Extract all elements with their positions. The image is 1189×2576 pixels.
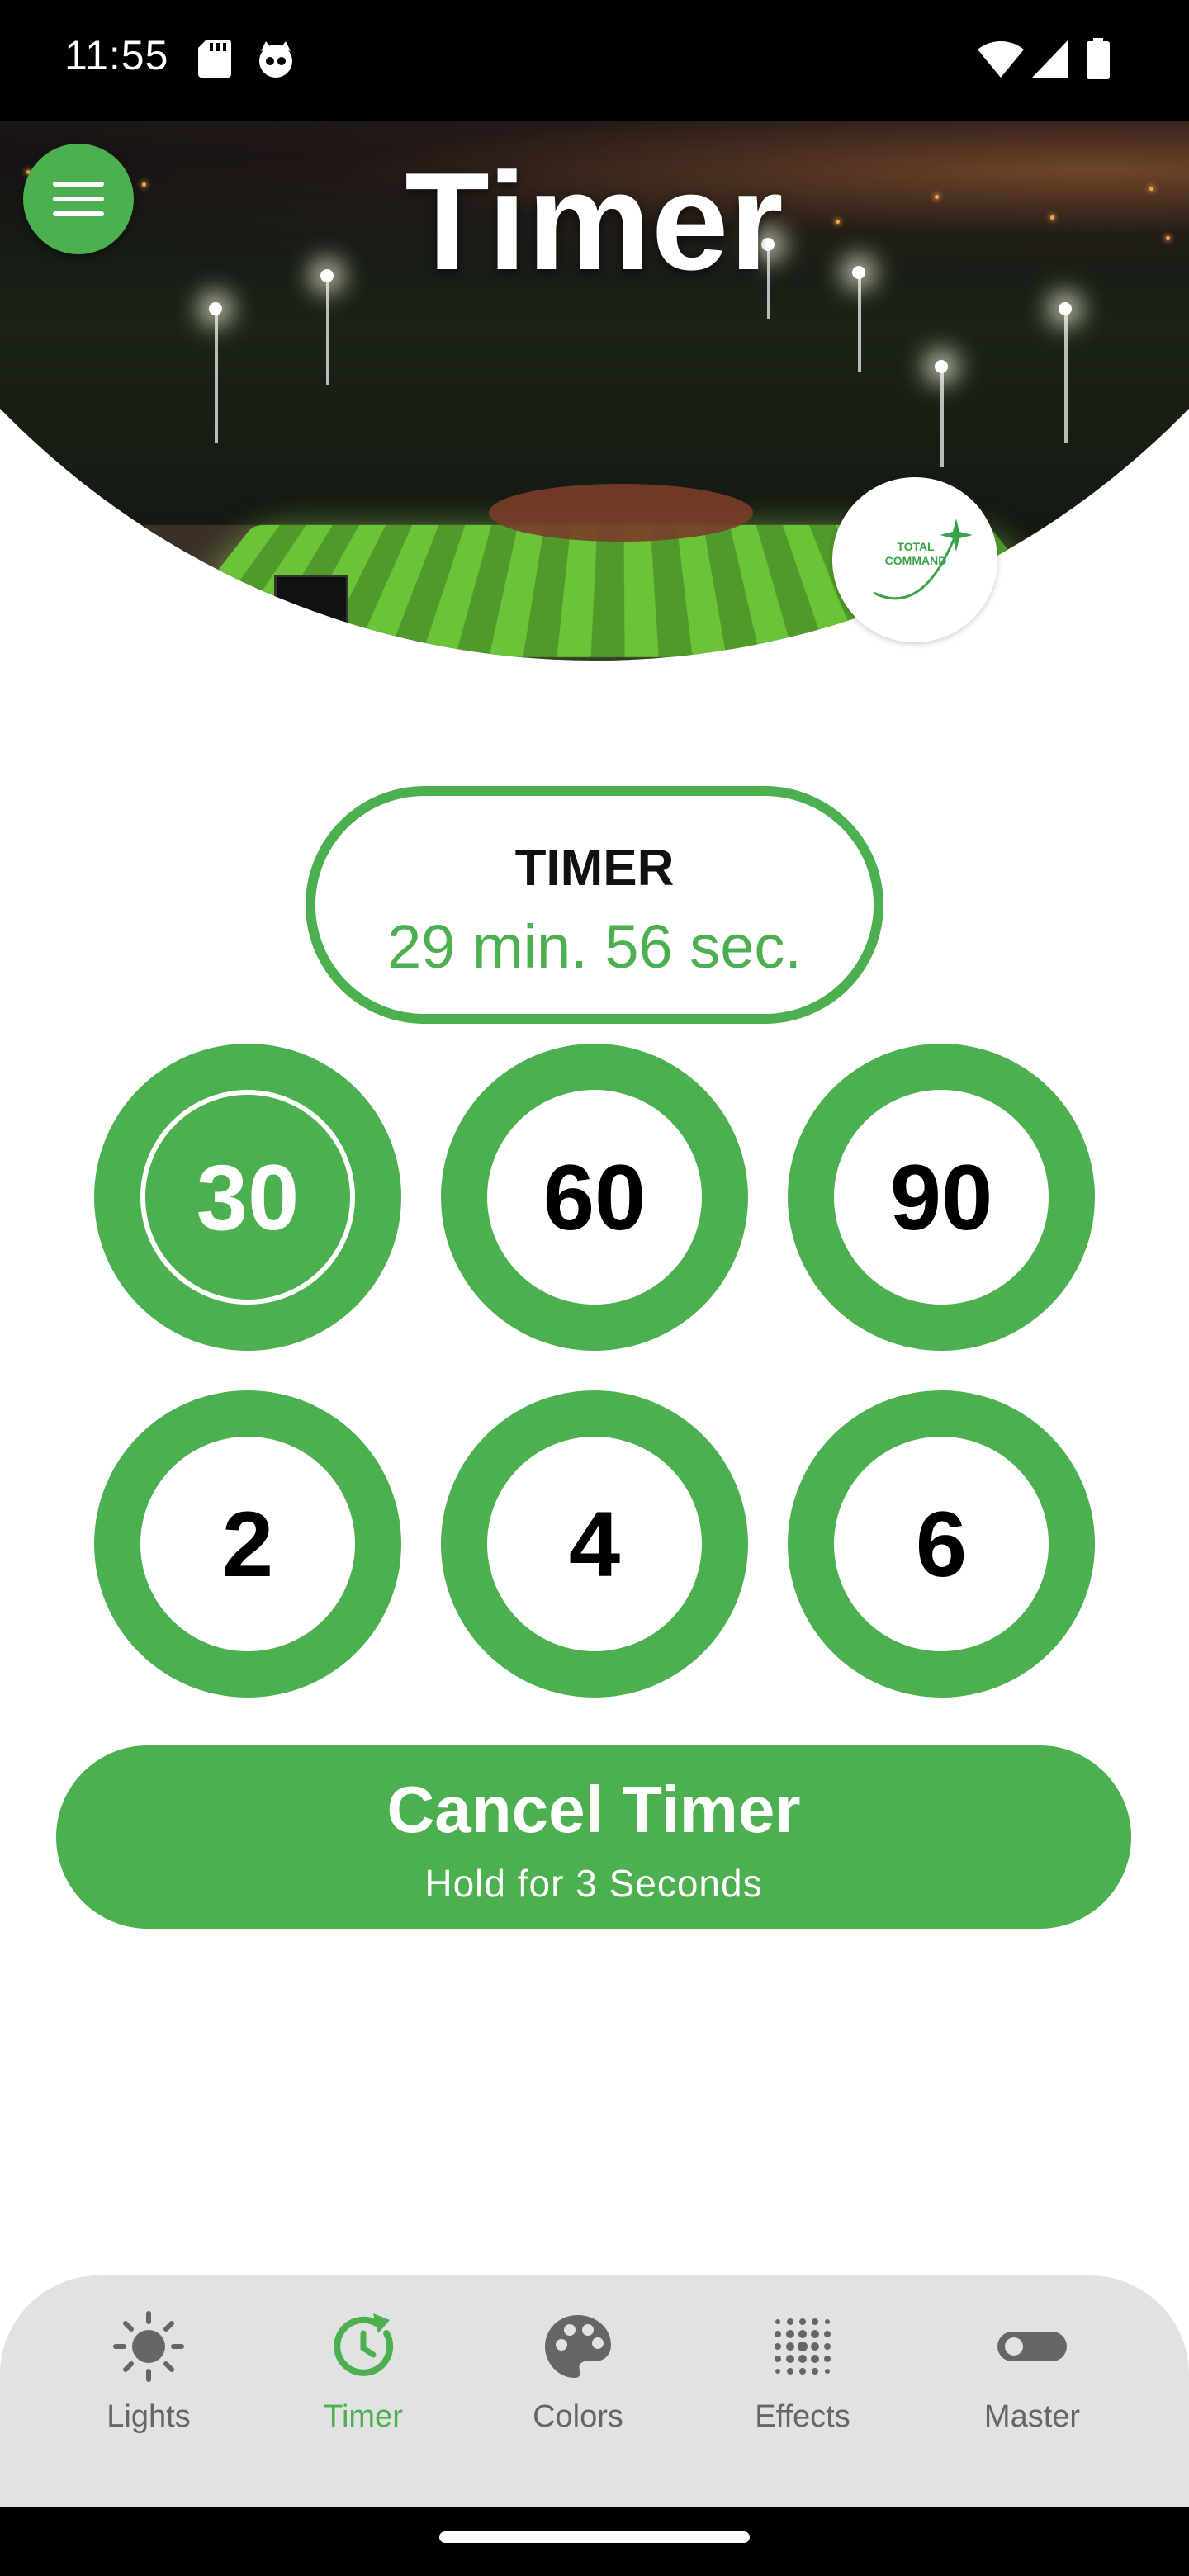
nav-label: Timer — [324, 2399, 403, 2434]
logo-text-line1: TOTAL — [897, 540, 935, 553]
total-command-logo: TOTAL COMMAND — [832, 477, 997, 642]
timer-label: TIMER — [514, 840, 675, 897]
nav-label: Colors — [533, 2399, 623, 2434]
palette-icon — [545, 2315, 611, 2378]
logo-text-line2: COMMAND — [884, 554, 947, 567]
nav-label: Effects — [755, 2399, 850, 2434]
sd-card-icon — [198, 40, 231, 78]
cancel-timer-sublabel: Hold for 3 Seconds — [424, 1862, 763, 1905]
nav-item-effects[interactable]: Effects — [712, 2308, 893, 2457]
preset-30-button[interactable]: 30 — [94, 1044, 401, 1351]
preset-label: 60 — [487, 1090, 702, 1305]
gesture-area — [0, 2507, 1189, 2576]
preset-label: 2 — [140, 1437, 355, 1651]
preset-label: 90 — [834, 1090, 1049, 1305]
preset-label: 4 — [487, 1437, 702, 1651]
cat-notification-icon — [259, 41, 292, 78]
timer-value: 29 min. 56 sec. — [387, 912, 802, 981]
preset-90-button[interactable]: 90 — [788, 1044, 1095, 1351]
wifi-icon — [978, 40, 1024, 78]
nav-label: Master — [983, 2399, 1081, 2434]
dots-grid-icon — [775, 2318, 831, 2375]
timer-readout: TIMER 29 min. 56 sec. — [306, 786, 883, 1024]
preset-60-button[interactable]: 60 — [441, 1044, 748, 1351]
hamburger-icon — [53, 182, 104, 187]
sun-icon — [113, 2311, 184, 2382]
preset-label: 30 — [140, 1090, 355, 1305]
home-gesture-bar[interactable] — [439, 2531, 750, 2543]
preset-4-button[interactable]: 4 — [441, 1390, 748, 1698]
menu-button[interactable] — [23, 144, 134, 254]
nav-item-master[interactable]: Master — [941, 2308, 1123, 2457]
timer-icon — [334, 2313, 394, 2376]
preset-6-button[interactable]: 6 — [788, 1390, 1095, 1698]
preset-2-button[interactable]: 2 — [94, 1390, 401, 1698]
status-bar: 11:55 — [0, 0, 1189, 121]
cancel-timer-button[interactable]: Cancel Timer Hold for 3 Seconds — [56, 1745, 1131, 1929]
page-title: Timer — [405, 144, 784, 299]
cell-signal-icon — [1032, 40, 1068, 78]
status-time: 11:55 — [64, 32, 169, 78]
nav-item-lights[interactable]: Lights — [58, 2308, 239, 2457]
preset-label: 6 — [834, 1437, 1049, 1651]
nav-label: Lights — [107, 2399, 191, 2434]
nav-item-timer[interactable]: Timer — [272, 2308, 454, 2457]
bottom-nav: Lights Timer Colors Effects Master — [0, 2275, 1189, 2507]
toggle-icon — [997, 2332, 1067, 2361]
battery-icon — [1087, 38, 1110, 79]
cancel-timer-label: Cancel Timer — [386, 1773, 801, 1846]
nav-item-colors[interactable]: Colors — [487, 2308, 669, 2457]
